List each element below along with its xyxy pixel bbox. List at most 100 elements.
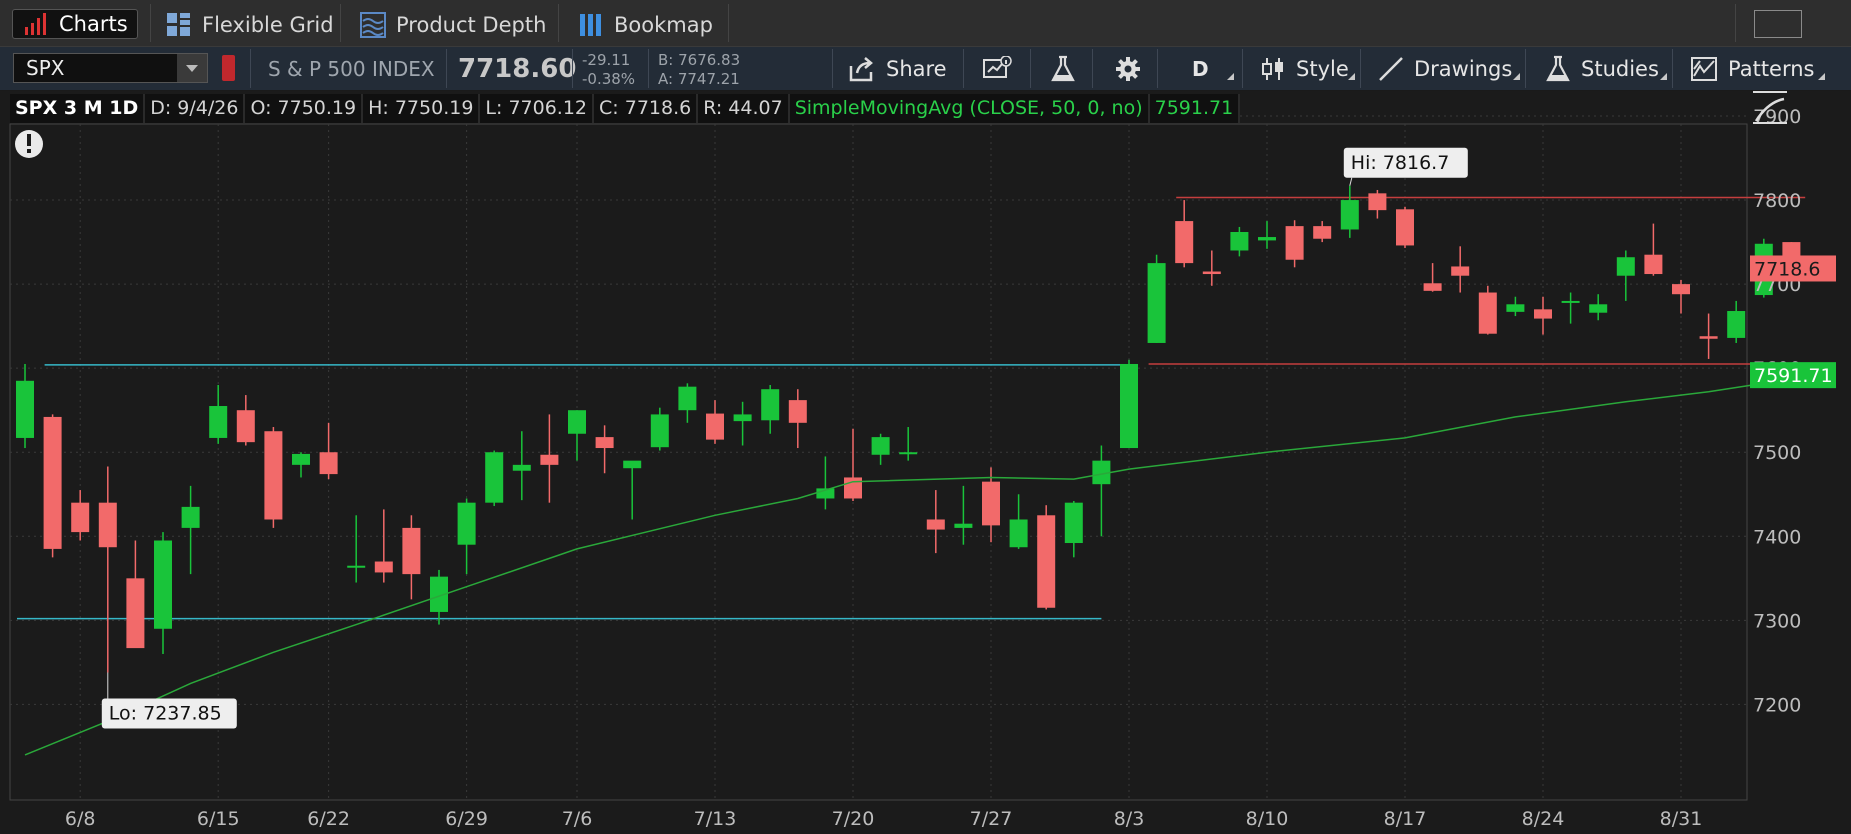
sma-price-tag: 7591.71 (1750, 362, 1836, 389)
patterns-icon (1691, 57, 1717, 81)
toolbar-divider (446, 49, 447, 88)
info-low: L: 7706.12 (480, 94, 595, 123)
last-price-tag-text: 7718.6 (1754, 258, 1820, 280)
share-icon (849, 57, 873, 82)
style-button[interactable]: Style (1260, 53, 1349, 85)
period-button[interactable]: D (1192, 53, 1209, 85)
info-study[interactable]: SimpleMovingAvg (CLOSE, 50, 0, no) (789, 94, 1150, 123)
gear-icon (1116, 57, 1140, 81)
candle-body (1340, 200, 1359, 230)
studies-button[interactable]: Studies (1545, 53, 1659, 85)
x-tick-label: 6/29 (445, 808, 488, 830)
settings-button[interactable] (1114, 53, 1152, 85)
ask-price: A: 7747.21 (658, 70, 740, 88)
tab-flexible-grid[interactable]: Flexible Grid (166, 8, 334, 42)
toolbar-divider (1525, 49, 1526, 88)
candle-body (1644, 254, 1663, 275)
patterns-button[interactable]: Patterns (1690, 53, 1815, 85)
lab-button[interactable] (1050, 53, 1086, 85)
info-high: H: 7750.19 (363, 94, 481, 123)
drawings-button[interactable]: Drawings (1378, 53, 1512, 85)
style-label: Style (1296, 57, 1349, 81)
tab-divider (728, 4, 729, 42)
toolbar-divider (250, 49, 251, 88)
candle-body (1478, 292, 1497, 334)
candle-body (1147, 263, 1166, 343)
candle-body (595, 437, 614, 449)
toolbar-divider (1672, 49, 1673, 88)
candle (1396, 206, 1414, 248)
symbol-flag-icon[interactable] (222, 55, 235, 81)
y-tick-label: 7900 (1753, 106, 1801, 128)
window-layout-button[interactable] (1754, 10, 1802, 38)
candle-body (540, 454, 559, 465)
x-tick-label: 6/22 (307, 808, 350, 830)
candle-body (1561, 300, 1580, 303)
candle (485, 450, 504, 507)
toolbar-divider (572, 49, 573, 88)
candle-body (1534, 309, 1552, 319)
candle-body (154, 540, 172, 629)
alert-icon[interactable] (15, 130, 43, 158)
depth-icon (360, 12, 386, 38)
drawings-menu-corner (1513, 73, 1520, 80)
info-open: O: 7750.19 (245, 94, 364, 123)
symbol-dropdown-button[interactable] (177, 54, 207, 82)
style-menu-corner (1348, 73, 1355, 80)
candle-body (264, 431, 283, 520)
candle-body (954, 523, 973, 528)
x-tick-label: 8/31 (1660, 808, 1703, 830)
price-chart[interactable]: 720073007400750076007700780079006/86/156… (0, 90, 1851, 834)
candle-body (650, 414, 669, 448)
candle-body (1589, 304, 1608, 313)
candle-body (209, 406, 228, 438)
candle-body (98, 502, 117, 548)
tab-bookmap[interactable]: Bookmap (578, 8, 713, 42)
tab-bookmap-label: Bookmap (614, 13, 713, 37)
candle-body (1313, 226, 1332, 239)
y-tick-label: 7200 (1753, 694, 1801, 716)
toolbar-divider (963, 49, 964, 88)
period-label: D (1192, 57, 1209, 81)
candle-body (926, 519, 945, 530)
top-tab-bar: Charts Flexible Grid Product Depth Bookm… (0, 0, 1851, 47)
info-symbol[interactable]: SPX 3 M 1D (10, 94, 146, 123)
hi-bubble-text: Hi: 7816.7 (1351, 152, 1450, 174)
drawing-line-icon (1379, 57, 1403, 81)
candle-body (1009, 519, 1028, 548)
candle-body (485, 452, 504, 503)
chart-area[interactable]: 720073007400750076007700780079006/86/156… (0, 90, 1851, 834)
toolbar-divider (1360, 49, 1361, 88)
toolbar-divider (648, 49, 649, 88)
bid-price: B: 7676.83 (658, 51, 741, 69)
x-tick-label: 7/27 (970, 808, 1013, 830)
last-price-tag: 7718.6 (1750, 255, 1836, 282)
candle-style-icon (1262, 58, 1283, 80)
flask-icon (1051, 55, 1075, 82)
info-button[interactable] (982, 53, 1022, 85)
candle-body (236, 410, 255, 443)
candle (1120, 359, 1138, 449)
x-tick-label: 7/13 (694, 808, 737, 830)
tab-flexible-grid-label: Flexible Grid (202, 13, 334, 37)
tab-divider (150, 4, 151, 42)
y-tick-label: 7400 (1753, 526, 1801, 548)
tab-product-depth[interactable]: Product Depth (360, 8, 546, 42)
x-tick-label: 6/8 (65, 808, 96, 830)
candle-body (1699, 336, 1718, 339)
period-menu-corner (1227, 73, 1234, 80)
grid-icon (166, 12, 192, 38)
candle-body (402, 527, 421, 575)
share-button[interactable]: Share (848, 53, 947, 85)
candle-body (623, 460, 642, 469)
tab-charts-label: Charts (59, 12, 128, 36)
candle (43, 414, 62, 558)
tab-charts[interactable]: Charts (12, 9, 138, 39)
info-range: R: 44.07 (698, 94, 790, 123)
candle-body (1285, 226, 1304, 260)
bar-chart-icon (23, 11, 49, 37)
toolbar-divider (1092, 49, 1093, 88)
candle-body (126, 578, 145, 649)
studies-menu-corner (1660, 73, 1667, 80)
price-tags-layer: 7718.6 7591.71 (1750, 255, 1836, 389)
